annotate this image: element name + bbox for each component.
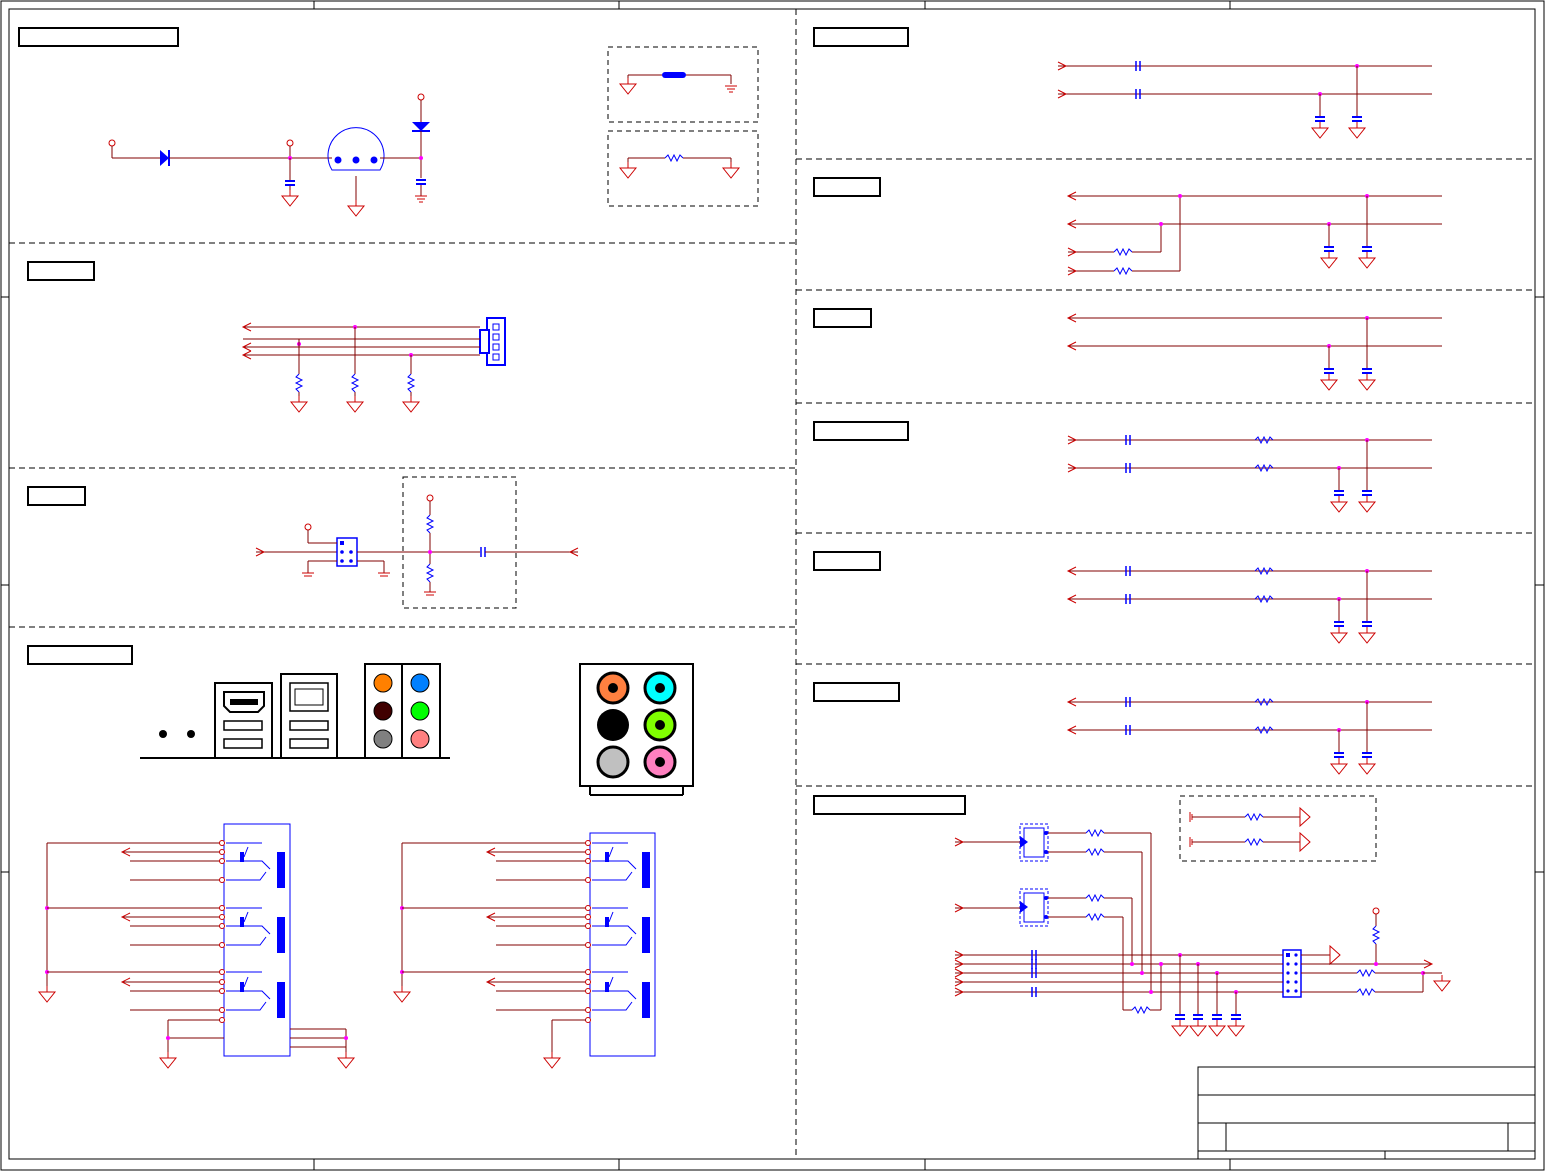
schematic-sheet xyxy=(0,0,1545,1171)
usb-esd-circuit xyxy=(954,795,1451,1037)
rgb-g-circuit xyxy=(1067,434,1432,513)
title-box-power-led xyxy=(18,27,179,47)
audio-jack-icon xyxy=(373,729,393,749)
title-box-audio xyxy=(27,645,133,665)
title-box-rgb-b xyxy=(813,551,881,571)
hsync-circuit xyxy=(1067,191,1442,276)
audio-jack-stack-right xyxy=(393,832,656,1069)
led-package-icon xyxy=(327,127,385,171)
title-box-buzzer xyxy=(27,486,86,506)
fan-header-circuit xyxy=(242,317,506,413)
title-box-rgb-r xyxy=(813,27,909,47)
title-box-ddc xyxy=(813,682,900,702)
buzzer-circuit xyxy=(255,476,579,609)
title-box-vsync xyxy=(813,308,872,328)
audio-jack-icon xyxy=(410,673,430,693)
ferrite-bead-icon xyxy=(662,72,686,78)
rgb-b-circuit xyxy=(1067,565,1432,644)
audio-jack-icon xyxy=(410,729,430,749)
ddc-circuit xyxy=(1067,696,1432,775)
section-title-boxes xyxy=(18,27,966,815)
audio-jack-icon xyxy=(596,745,630,779)
sheet-frame xyxy=(0,0,1545,1171)
section-dividers xyxy=(9,9,1535,1159)
title-box-hsync xyxy=(813,177,881,197)
audio-jack-stack-left xyxy=(38,823,355,1069)
title-block xyxy=(1197,1066,1536,1160)
title-box-usb xyxy=(813,795,966,815)
usb-header-icon xyxy=(1282,949,1302,998)
diode-icon xyxy=(160,150,169,166)
audio-jack-icon xyxy=(410,701,430,721)
rgb-r-circuit xyxy=(1057,60,1432,139)
title-box-rgb-g xyxy=(813,421,909,441)
audio-jack-icon xyxy=(373,701,393,721)
power-led-circuit xyxy=(108,46,759,217)
audio-jack-icon xyxy=(373,673,393,693)
vsync-circuit xyxy=(1067,313,1442,391)
title-box-fan xyxy=(27,261,95,281)
rear-panel-drawing xyxy=(140,663,694,796)
audio-jack-icon xyxy=(597,709,629,741)
zener-diode-icon xyxy=(412,122,430,131)
